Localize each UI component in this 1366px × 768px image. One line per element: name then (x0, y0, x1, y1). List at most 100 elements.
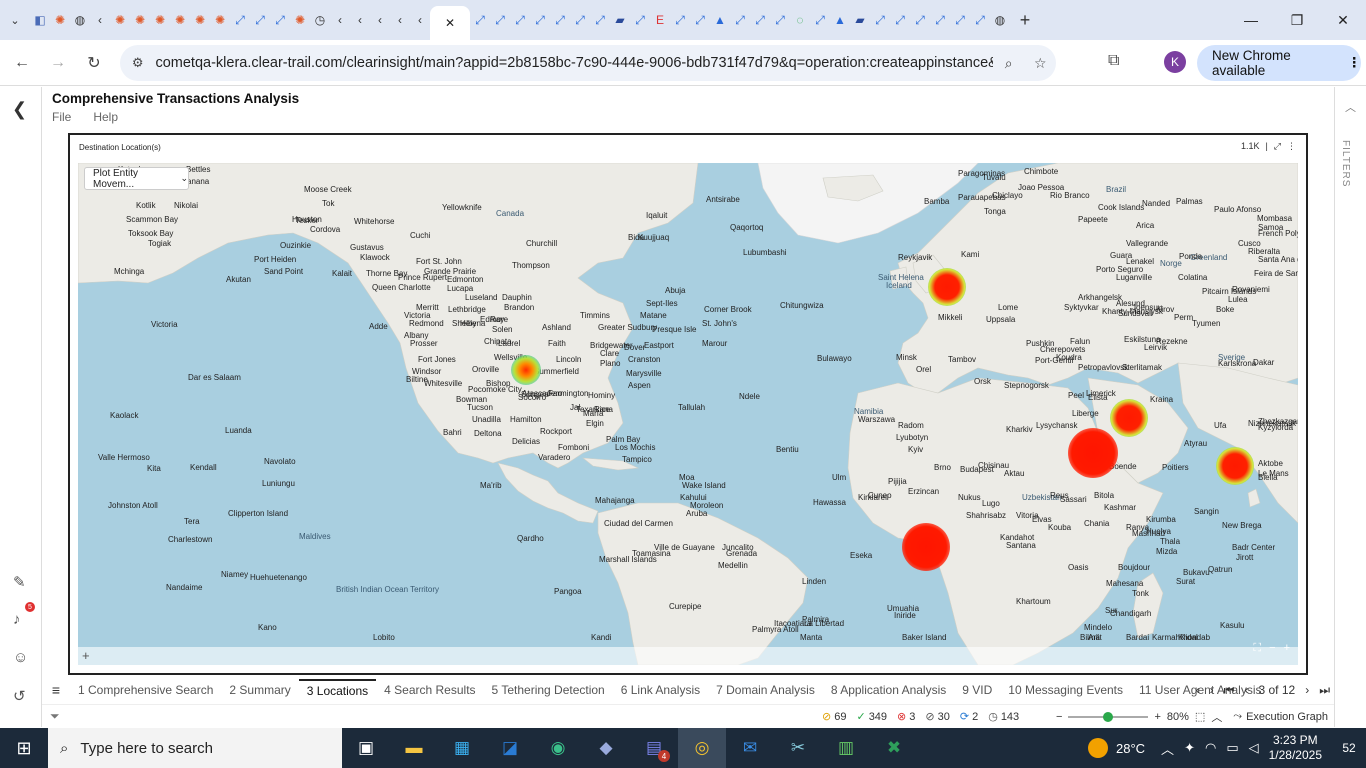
teams-icon[interactable]: ▤ 4 (630, 728, 678, 768)
filter-icon[interactable]: ⏷ (50, 709, 60, 724)
new-tab-button[interactable]: + (1010, 10, 1040, 31)
temperature[interactable]: 28°C (1116, 741, 1145, 756)
pending-stat[interactable]: ⊘ 69 (822, 710, 846, 724)
minimize-icon[interactable]: — (1228, 0, 1274, 40)
notes-icon[interactable]: ✎ (13, 573, 26, 591)
next-page-icon[interactable]: › (1305, 683, 1309, 697)
eclipse-icon[interactable]: ✺ (170, 0, 190, 40)
jira-icon[interactable]: ⤢ (930, 0, 950, 40)
first-page-icon[interactable]: ⏮ (1224, 683, 1235, 698)
store-icon[interactable]: ▦ (438, 728, 486, 768)
jira-icon[interactable]: ⤢ (750, 0, 770, 40)
collapse-icon[interactable]: ︿ (1211, 709, 1222, 725)
jira-icon[interactable]: ⤢ (550, 0, 570, 40)
a-icon[interactable]: ▲ (710, 0, 730, 40)
jira-icon[interactable]: ⤢ (870, 0, 890, 40)
west-africa-hotspot[interactable] (902, 523, 950, 571)
eclipse-icon[interactable]: ✺ (190, 0, 210, 40)
weather-icon[interactable] (1088, 738, 1108, 758)
chevron-icon[interactable]: ‹ (350, 0, 370, 40)
scroll-left-icon[interactable]: ‹ (1196, 683, 1200, 697)
e-icon[interactable]: E (650, 0, 670, 40)
globe-icon[interactable]: ◍ (70, 0, 90, 40)
east-africa-hotspot[interactable] (1068, 428, 1118, 478)
jira-icon[interactable]: ⤢ (510, 0, 530, 40)
chart-app-icon[interactable]: ▥ (822, 728, 870, 768)
tab-domain-analysis[interactable]: 7 Domain Analysis (708, 679, 823, 701)
close-tab-icon[interactable]: ✕ (445, 16, 455, 30)
c-icon[interactable]: ◌ (790, 0, 810, 40)
edge-icon[interactable]: ◉ (534, 728, 582, 768)
notes-app-icon[interactable]: ◆ (582, 728, 630, 768)
india-hotspot[interactable] (1216, 447, 1254, 485)
cancelled-stat[interactable]: ⊘ 30 (925, 710, 949, 724)
zoom-in-icon[interactable]: + (1284, 642, 1290, 655)
menu-help[interactable]: Help (93, 110, 118, 124)
collapse-up-icon[interactable]: ︿ (1345, 99, 1356, 115)
active-tab[interactable]: ✕ (430, 6, 470, 40)
zoom-plus-icon[interactable]: + (1154, 711, 1160, 723)
reload-icon[interactable]: ↻ (76, 53, 112, 73)
wifi-icon[interactable]: ◠ (1205, 740, 1216, 756)
tab-summary[interactable]: 2 Summary (221, 679, 298, 701)
tab-comprehensive-search[interactable]: 1 Comprehensive Search (70, 679, 221, 701)
scroll-right-icon[interactable]: › (1210, 683, 1214, 697)
zoom-out-icon[interactable]: − (1269, 642, 1275, 655)
tab-link-analysis[interactable]: 6 Link Analysis (613, 679, 708, 701)
tab-locations[interactable]: 3 Locations (298, 679, 377, 701)
western-europe-hotspot[interactable] (928, 268, 966, 306)
middle-east-hotspot[interactable] (1110, 399, 1148, 437)
flag-icon[interactable]: ▰ (850, 0, 870, 40)
clock[interactable]: 3:23 PM 1/28/2025 (1269, 733, 1322, 763)
security-icon[interactable]: ✦ (1184, 740, 1195, 756)
flag-icon[interactable]: ▰ (610, 0, 630, 40)
fit-screen-icon[interactable]: ⬚ (1195, 710, 1205, 723)
jira-icon[interactable]: ⤢ (230, 0, 250, 40)
jira-icon[interactable]: ⤢ (630, 0, 650, 40)
refreshing-stat[interactable]: ⟳ 2 (960, 710, 978, 724)
eclipse-icon[interactable]: ✺ (150, 0, 170, 40)
extensions-icon[interactable]: ⧉ (1108, 52, 1119, 70)
scheduled-stat[interactable]: ◷ 143 (988, 710, 1019, 724)
eclipse-icon[interactable]: ✺ (210, 0, 230, 40)
snipping-tool-icon[interactable]: ✂ (774, 728, 822, 768)
tab-vid[interactable]: 9 VID (954, 679, 1000, 701)
back-icon[interactable]: ← (4, 54, 40, 72)
jira-icon[interactable]: ⤢ (490, 0, 510, 40)
last-page-icon[interactable]: ⏭ (1319, 683, 1330, 698)
zoom-icon[interactable]: ⌕ (993, 55, 1025, 72)
chrome-update-button[interactable]: New Chrome available ⋮ (1197, 45, 1361, 81)
jira-icon[interactable]: ⤢ (270, 0, 290, 40)
execution-graph-button[interactable]: ⤳ Execution Graph (1233, 710, 1328, 723)
outlook-icon[interactable]: ◪ (486, 728, 534, 768)
jira-icon[interactable]: ⤢ (910, 0, 930, 40)
expand-icon[interactable]: ⤢ (1274, 141, 1281, 152)
app-icon[interactable]: ◧ (30, 0, 50, 40)
history-icon[interactable]: ↺ (13, 687, 26, 705)
jira-icon[interactable]: ⤢ (950, 0, 970, 40)
taskbar-search[interactable]: ⌕ Type here to search (48, 728, 342, 768)
tab-search-results[interactable]: 4 Search Results (376, 679, 483, 701)
tabs-menu-icon[interactable]: ≡ (42, 682, 70, 698)
url-text[interactable]: cometqa-klera.clear-trail.com/clearinsig… (155, 55, 992, 71)
world-map[interactable]: KotzebueBettlesTellerNulatoTananaMoose C… (78, 163, 1298, 665)
bookmark-star-icon[interactable]: ☆ (1024, 55, 1056, 72)
north-america-hotspot[interactable] (511, 355, 541, 385)
map-pan-icon[interactable]: + (82, 648, 90, 663)
chevron-icon[interactable]: ‹ (330, 0, 350, 40)
zoom-slider[interactable] (1068, 711, 1149, 722)
chrome-icon[interactable]: ◎ (678, 728, 726, 768)
close-window-icon[interactable]: ✕ (1320, 0, 1366, 40)
jira-icon[interactable]: ⤢ (570, 0, 590, 40)
tab-application-analysis[interactable]: 8 Application Analysis (823, 679, 954, 701)
eclipse-icon[interactable]: ✺ (290, 0, 310, 40)
jira-icon[interactable]: ⤢ (670, 0, 690, 40)
tab-messaging-events[interactable]: 10 Messaging Events (1000, 679, 1131, 701)
tray-chevron-icon[interactable]: ︿ (1161, 739, 1174, 758)
chevron-icon[interactable]: ‹ (90, 0, 110, 40)
task-view-icon[interactable]: ▣ (342, 728, 390, 768)
jira-icon[interactable]: ⤢ (770, 0, 790, 40)
excel-icon[interactable]: ✖ (870, 728, 918, 768)
eclipse-icon[interactable]: ✺ (110, 0, 130, 40)
jira-icon[interactable]: ⤢ (690, 0, 710, 40)
